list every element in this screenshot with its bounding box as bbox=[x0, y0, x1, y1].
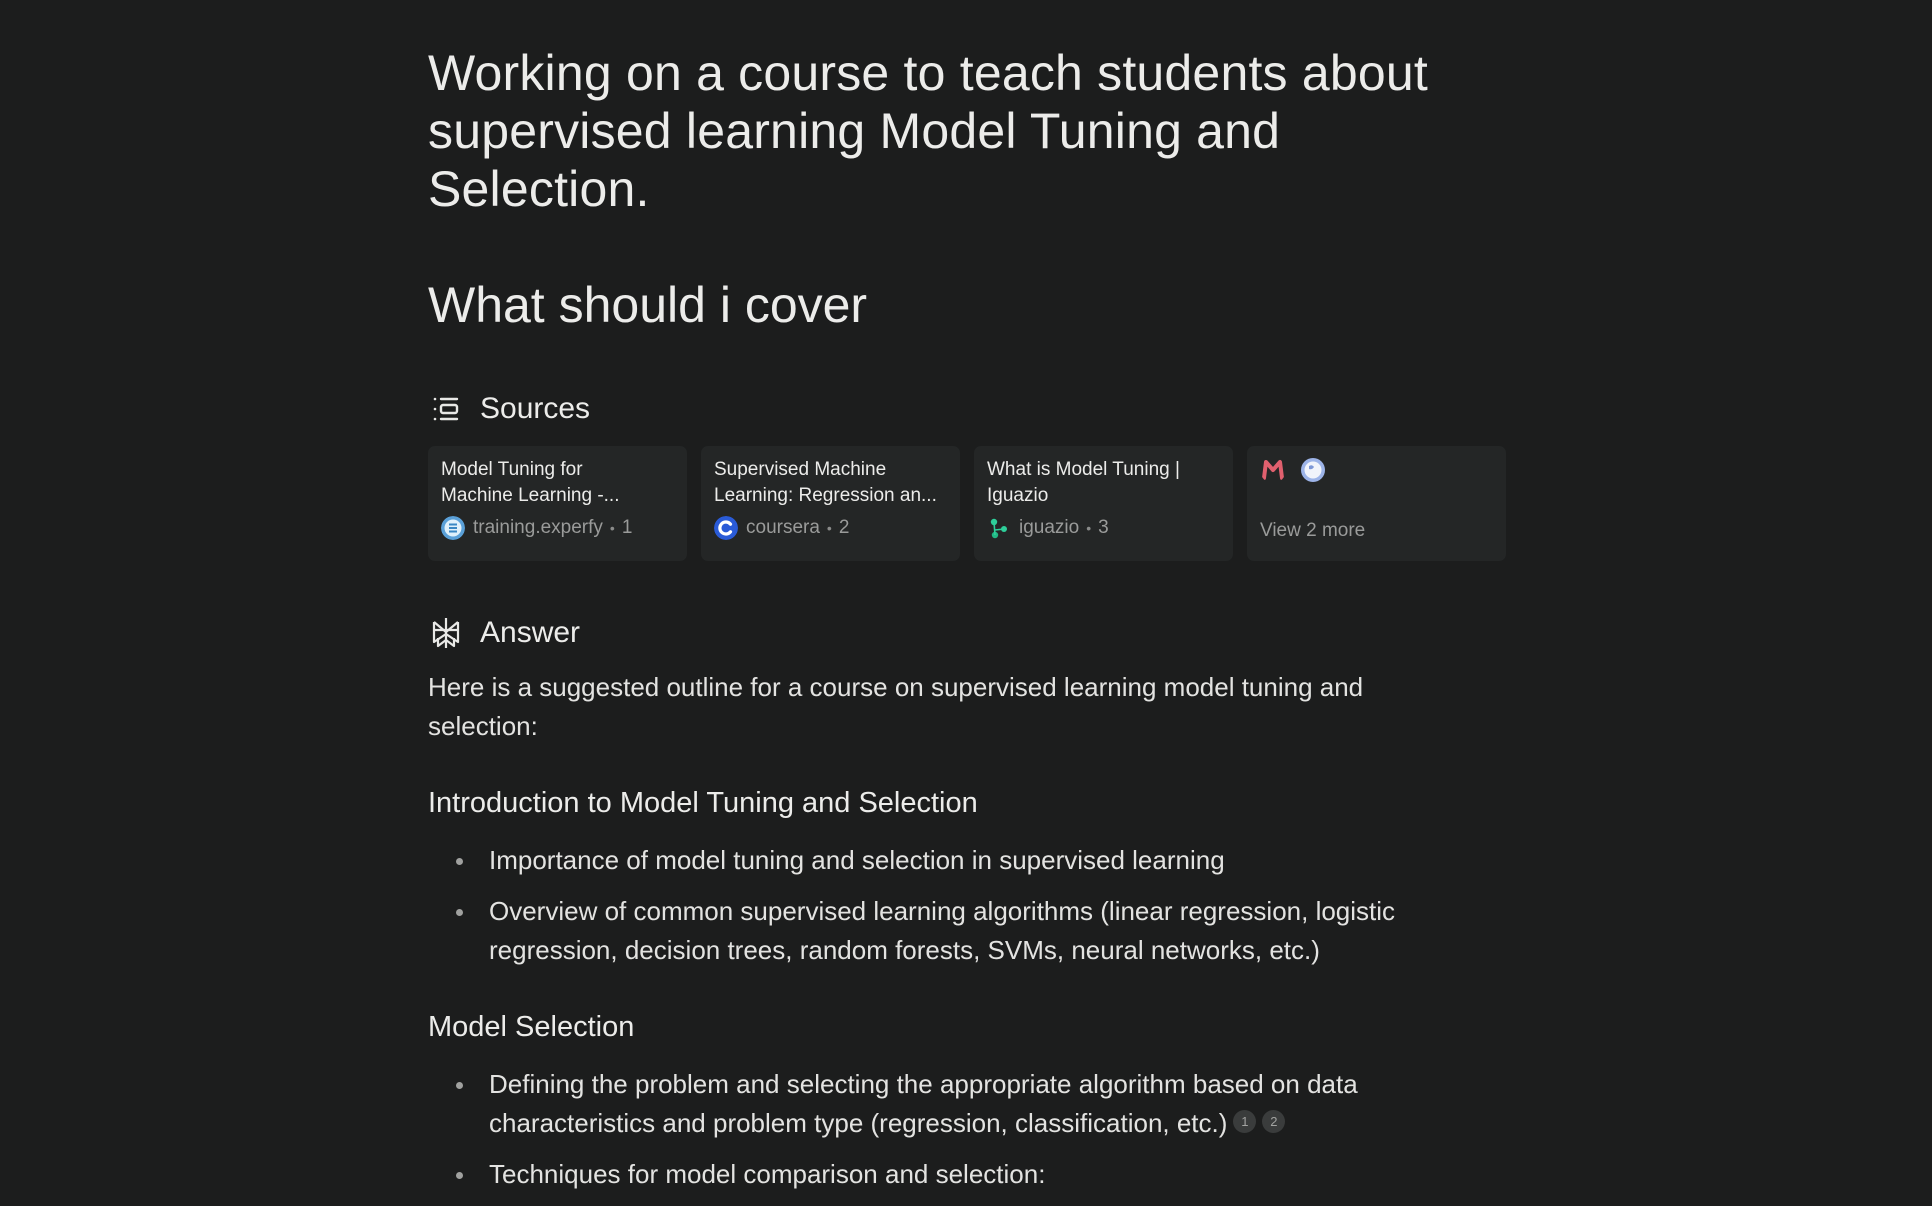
view-more-sources-card[interactable]: View 2 more bbox=[1247, 446, 1506, 561]
source-domain: iguazio bbox=[1019, 517, 1080, 538]
query-title: Working on a course to teach students ab… bbox=[428, 44, 1508, 218]
answer-intro: Here is a suggested outline for a course… bbox=[428, 668, 1508, 746]
experfy-favicon-icon bbox=[441, 516, 465, 540]
source-card[interactable]: Model Tuning for Machine Learning -... t… bbox=[428, 446, 687, 561]
source-index: 3 bbox=[1098, 517, 1109, 538]
list-item-text: Techniques for model comparison and sele… bbox=[489, 1159, 1046, 1189]
list-item-text: regression, decision trees, random fores… bbox=[489, 935, 1320, 965]
source-card-meta: iguazio • 3 bbox=[987, 516, 1109, 540]
sources-header: Sources bbox=[428, 389, 590, 429]
list-item: Defining the problem and selecting the a… bbox=[428, 1065, 1508, 1143]
iguazio-favicon-icon bbox=[990, 518, 1007, 539]
section-heading: Model Selection bbox=[428, 1011, 635, 1043]
list-item: Overview of common supervised learning a… bbox=[428, 892, 1508, 970]
source-card-title-line: What is Model Tuning | bbox=[987, 459, 1180, 480]
source-index: 2 bbox=[838, 517, 850, 538]
source-card[interactable]: Supervised Machine Learning: Regression … bbox=[701, 446, 960, 561]
list-item-text: Importance of model tuning and selection… bbox=[489, 845, 1225, 875]
list-item: Techniques for model comparison and sele… bbox=[428, 1155, 1508, 1194]
source-card-title: Model Tuning for Machine Learning -... bbox=[441, 457, 674, 509]
citation-badge[interactable]: 2 bbox=[1262, 1110, 1286, 1133]
view-more-label: View 2 more bbox=[1260, 520, 1366, 541]
source-card-title-line: Model Tuning for bbox=[441, 459, 583, 480]
source-cards: Model Tuning for Machine Learning -... t… bbox=[428, 446, 1508, 561]
source-card-title: Supervised Machine Learning: Regression … bbox=[714, 457, 947, 509]
sources-list-icon bbox=[433, 397, 459, 421]
bullet-list: Defining the problem and selecting the a… bbox=[428, 1065, 1508, 1206]
citation-badge[interactable]: 1 bbox=[1233, 1110, 1257, 1133]
separator-dot: • bbox=[826, 520, 832, 536]
more-sources-favicons bbox=[1260, 457, 1326, 483]
separator-dot: • bbox=[1086, 520, 1092, 536]
section-heading: Introduction to Model Tuning and Selecti… bbox=[428, 787, 978, 819]
source-card-meta: coursera • 2 bbox=[714, 516, 849, 540]
source-card-title-line: Machine Learning -... bbox=[441, 485, 620, 506]
sources-title: Sources bbox=[480, 392, 591, 425]
query-line: Selection. bbox=[428, 161, 650, 217]
query-line: Working on a course to teach students ab… bbox=[428, 45, 1428, 101]
answer-title: Answer bbox=[480, 616, 581, 649]
list-item-text: Overview of common supervised learning a… bbox=[489, 896, 1396, 926]
thread-page: Working on a course to teach students ab… bbox=[0, 0, 1932, 1204]
query-followup: What should i cover bbox=[428, 277, 868, 333]
m-logo-favicon-icon bbox=[1262, 460, 1284, 480]
source-card-title-line: Supervised Machine bbox=[714, 459, 887, 480]
globe-favicon-icon bbox=[1301, 458, 1325, 482]
source-domain: coursera bbox=[746, 517, 820, 538]
source-card-title: What is Model Tuning | Iguazio bbox=[987, 457, 1220, 509]
query-line: supervised learning Model Tuning and bbox=[428, 103, 1281, 159]
source-index: 1 bbox=[621, 517, 633, 538]
answer-intro-line: Here is a suggested outline for a course… bbox=[428, 672, 1364, 702]
source-card-title-line: Iguazio bbox=[987, 485, 1049, 506]
source-domain: training.experfy bbox=[473, 517, 603, 538]
source-card[interactable]: What is Model Tuning | Iguazio iguazio •… bbox=[974, 446, 1233, 561]
bullet-list: Importance of model tuning and selection… bbox=[428, 841, 1508, 982]
answer-intro-line: selection: bbox=[428, 711, 538, 741]
source-card-title-line: Learning: Regression an... bbox=[714, 485, 937, 506]
separator-dot: • bbox=[609, 520, 615, 536]
answer-header: Answer bbox=[428, 613, 580, 653]
list-item-text: characteristics and problem type (regres… bbox=[489, 1108, 1228, 1138]
list-item-text: Defining the problem and selecting the a… bbox=[489, 1069, 1358, 1099]
source-card-meta: training.experfy • 1 bbox=[441, 516, 632, 540]
list-item: Importance of model tuning and selection… bbox=[428, 841, 1508, 880]
coursera-favicon-icon bbox=[714, 516, 738, 540]
perplexity-logo-icon bbox=[432, 618, 460, 648]
